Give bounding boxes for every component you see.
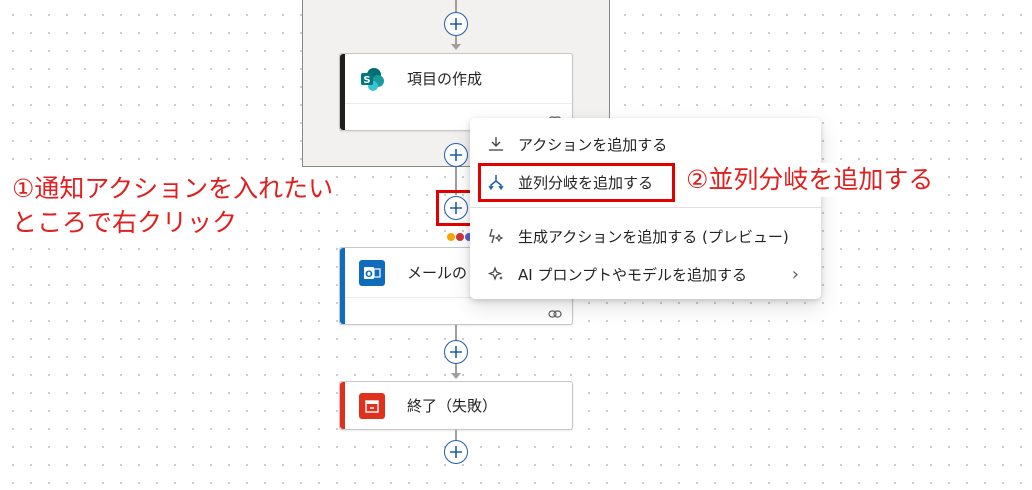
plus-icon xyxy=(450,18,462,30)
annotation-step1-line2: ところで右クリック xyxy=(12,206,238,240)
card-title: 項目の作成 xyxy=(407,70,483,88)
card-title: 終了（失敗） xyxy=(407,397,498,415)
sharepoint-icon: S xyxy=(359,66,385,92)
connector-line xyxy=(455,325,457,341)
menu-item-label: アクションを追加する xyxy=(518,135,668,154)
add-action-icon xyxy=(486,134,506,154)
highlight-box-menu-item xyxy=(478,163,675,202)
insert-step-button[interactable] xyxy=(444,340,468,364)
connector-arrow xyxy=(451,373,461,379)
menu-item-add-action[interactable]: アクションを追加する xyxy=(478,127,813,161)
annotation-step2: ②並列分岐を追加する xyxy=(686,163,934,197)
card-footer xyxy=(345,297,572,324)
plus-icon xyxy=(450,149,462,161)
chevron-right-icon: › xyxy=(791,263,799,285)
menu-separator xyxy=(470,207,821,208)
svg-text:S: S xyxy=(363,75,370,86)
link-icon xyxy=(548,310,562,318)
plus-icon xyxy=(450,346,462,358)
generative-action-icon xyxy=(486,226,506,246)
connector-arrow xyxy=(451,44,461,50)
insert-step-button[interactable] xyxy=(444,440,468,464)
connector-line xyxy=(455,430,457,440)
annotation-step1-line1: ①通知アクションを入れたい xyxy=(12,172,334,206)
menu-item-add-generative-action[interactable]: 生成アクションを追加する (プレビュー) xyxy=(478,219,813,253)
ai-sparkle-icon xyxy=(486,264,506,284)
action-card-terminate[interactable]: 終了（失敗） xyxy=(339,381,573,430)
insert-step-button[interactable] xyxy=(444,12,468,36)
plus-icon xyxy=(450,446,462,458)
context-menu: アクションを追加する 並列分岐を追加する 生成アクションを追加する (プレビュー… xyxy=(470,118,821,299)
outlook-icon: O xyxy=(359,259,385,286)
svg-text:O: O xyxy=(365,270,373,280)
menu-item-label: 生成アクションを追加する (プレビュー) xyxy=(518,227,789,246)
terminate-icon xyxy=(359,392,385,419)
menu-item-add-ai-prompt[interactable]: AI プロンプトやモデルを追加する › xyxy=(478,257,813,291)
insert-step-button[interactable] xyxy=(444,143,468,167)
menu-item-label: AI プロンプトやモデルを追加する xyxy=(518,265,748,284)
card-title: メールの xyxy=(407,264,468,282)
